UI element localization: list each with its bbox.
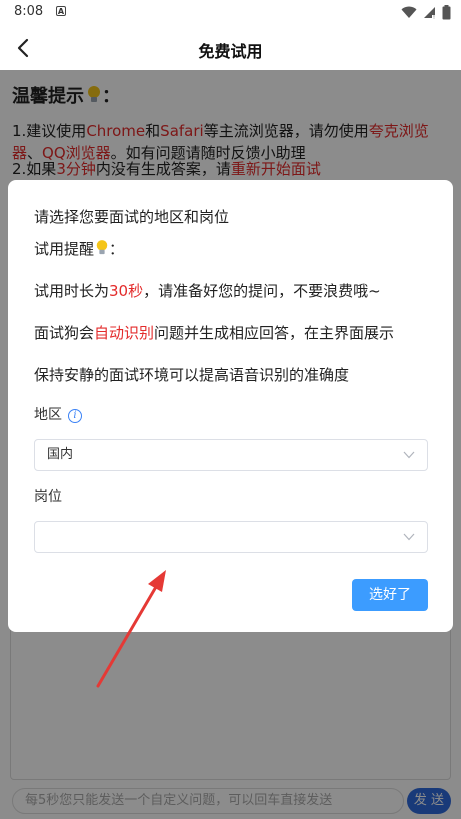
region-label-row: 地区 i — [34, 404, 82, 424]
battery-icon — [442, 5, 451, 20]
dialog-text: 面试狗会 — [34, 324, 95, 342]
auto-detect-highlight: 自动识别 — [94, 324, 155, 342]
status-bar: 8:08 A ! — [0, 0, 461, 26]
auto-detect-line: 面试狗会自动识别问题并生成相应回答，在主界面展示 — [34, 322, 434, 343]
trial-reminder-label: 试用提醒 — [34, 240, 95, 258]
page-title: 免费试用 — [198, 42, 263, 61]
region-label: 地区 — [34, 407, 62, 423]
region-selected-value: 国内 — [47, 447, 74, 462]
chevron-down-icon — [403, 533, 415, 541]
position-select[interactable] — [34, 521, 428, 553]
svg-text:!: ! — [433, 15, 435, 19]
dialog-title: 请选择您要面试的地区和岗位 — [34, 208, 230, 226]
dialog-text: 问题并生成相应回答，在主界面展示 — [154, 324, 395, 342]
position-label: 岗位 — [34, 489, 62, 505]
dialog-text: ，请准备好您的提问，不要浪费哦~ — [143, 282, 381, 300]
trial-duration-line: 试用时长为30秒，请准备好您的提问，不要浪费哦~ — [34, 280, 434, 301]
signal-icon: ! — [424, 7, 436, 19]
nav-bar: 免费试用 — [0, 26, 461, 70]
status-icons: ! — [401, 5, 451, 20]
info-icon[interactable]: i — [68, 409, 82, 423]
trial-duration-value: 30秒 — [109, 282, 144, 300]
trial-reminder-heading: 试用提醒： — [34, 240, 125, 258]
chevron-down-icon — [403, 451, 415, 459]
notification-icon: A — [56, 6, 66, 16]
region-position-dialog: 请选择您要面试的地区和岗位 试用提醒： 试用时长为30秒，请准备好您的提问，不要… — [8, 180, 453, 632]
wifi-icon — [401, 6, 417, 18]
dialog-text: 试用时长为 — [34, 282, 110, 300]
quiet-environment-line: 保持安静的面试环境可以提高语音识别的准确度 — [34, 366, 350, 384]
confirm-button[interactable]: 选好了 — [352, 579, 428, 611]
status-time: 8:08 — [14, 4, 44, 19]
region-select[interactable]: 国内 — [34, 439, 428, 471]
lightbulb-icon — [96, 240, 108, 255]
